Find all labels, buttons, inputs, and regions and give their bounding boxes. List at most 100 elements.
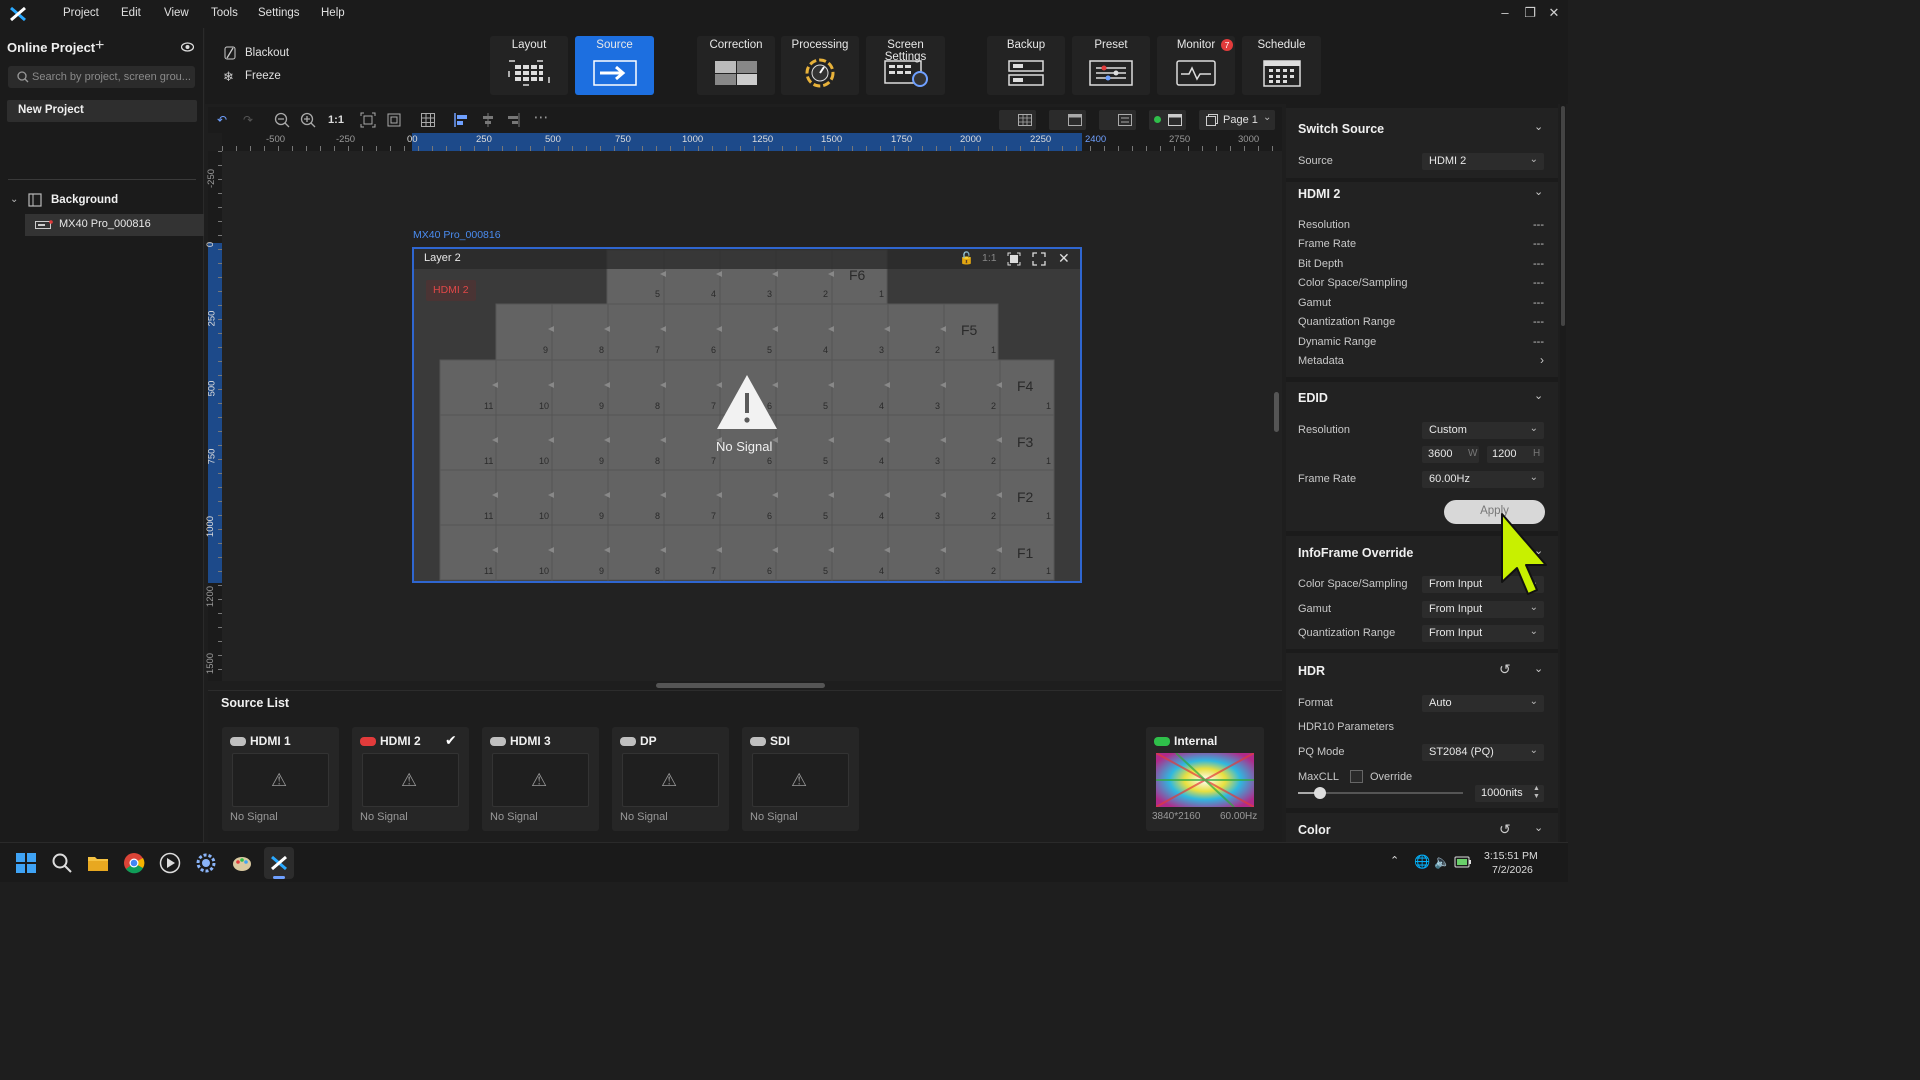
add-project-icon[interactable]: + (95, 37, 104, 55)
battery-icon[interactable] (1454, 856, 1472, 868)
paint-app-icon[interactable] (231, 852, 253, 874)
menu-settings[interactable]: Settings (258, 7, 300, 19)
align-center-icon[interactable] (480, 112, 496, 128)
edid-width-input[interactable]: 3600 W (1422, 446, 1479, 463)
zoom-1-1-button[interactable]: 1:1 (326, 112, 346, 128)
chevron-down-icon[interactable]: ⌄ (1534, 185, 1544, 198)
search-input[interactable] (32, 69, 190, 85)
hdr-format-select[interactable]: Auto ⌄ (1422, 695, 1544, 712)
layer-window[interactable]: 54321 987654321 11 10 9 8 7 6 5 4 3 2 1 11 10 9 8 7 6 5 4… (412, 247, 1082, 583)
tab-monitor[interactable]: Monitor 7 (1157, 36, 1235, 95)
infoframe-gamut-select[interactable]: From Input ⌄ (1422, 601, 1544, 618)
layer-ratio-button[interactable]: 1:1 (982, 252, 997, 264)
stepper-icon[interactable]: ▲ ▼ (1533, 785, 1540, 801)
source-select[interactable]: HDMI 2 ⌄ (1422, 153, 1544, 170)
source-card-hdmi2[interactable]: HDMI 2 ✔ ⚠ No Signal (352, 727, 469, 831)
view-mode-3-button[interactable] (1099, 110, 1136, 130)
chevron-up-icon[interactable]: ⌃ (1390, 854, 1399, 867)
metadata-link[interactable]: Metadata (1298, 355, 1344, 367)
chevron-down-icon[interactable]: ⌄ (1534, 662, 1544, 675)
menu-help[interactable]: Help (321, 7, 345, 19)
maxcll-input[interactable]: 1000nits ▲ ▼ (1475, 785, 1544, 802)
fit-icon[interactable] (360, 112, 376, 128)
maximize-layer-icon[interactable] (1032, 252, 1046, 266)
unlock-icon[interactable]: 🔓 (959, 251, 974, 265)
media-player-icon[interactable] (159, 852, 181, 874)
zoom-in-icon[interactable] (300, 112, 316, 128)
tab-schedule[interactable]: Schedule (1242, 36, 1321, 95)
view-mode-2-button[interactable] (1049, 110, 1086, 130)
blackout-button[interactable]: Blackout (245, 47, 289, 59)
close-window-icon[interactable]: ✕ (1545, 5, 1563, 21)
freeze-button[interactable]: Freeze (245, 70, 281, 82)
fit-layer-icon[interactable] (1007, 252, 1021, 266)
minimize-icon[interactable]: – (1496, 5, 1514, 20)
tab-processing[interactable]: Processing (781, 36, 859, 95)
source-card-dp[interactable]: DP ⚠ No Signal (612, 727, 729, 831)
chevron-down-icon[interactable]: ⌄ (10, 194, 18, 205)
edid-resolution-select[interactable]: Custom ⌄ (1422, 422, 1544, 439)
align-right-icon[interactable] (505, 112, 521, 128)
windows-start-icon[interactable] (15, 852, 37, 874)
source-card-hdmi1[interactable]: HDMI 1 ⚠ No Signal (222, 727, 339, 831)
clock-time[interactable]: 3:15:51 PM (1484, 850, 1538, 862)
pq-mode-select[interactable]: ST2084 (PQ) ⌄ (1422, 744, 1544, 761)
settings-gear-icon[interactable] (195, 852, 217, 874)
menu-project[interactable]: Project (63, 7, 99, 19)
maxcll-slider[interactable] (1298, 787, 1463, 799)
chevron-down-icon[interactable]: ⌄ (1534, 120, 1544, 133)
chevron-down-icon[interactable]: ⌄ (1534, 821, 1544, 834)
properties-scroll-thumb[interactable] (1561, 106, 1565, 326)
network-icon[interactable]: 🌐 (1414, 854, 1430, 870)
tab-layout[interactable]: Layout (490, 36, 568, 95)
maxcll-slider-thumb[interactable] (1314, 787, 1326, 799)
edid-height-input[interactable]: 1200 H (1487, 446, 1544, 463)
view-mode-1-button[interactable] (999, 110, 1036, 130)
chevron-down-icon[interactable]: ⌄ (1534, 389, 1544, 402)
grid-icon[interactable] (420, 112, 436, 128)
more-icon[interactable]: ⋯ (531, 110, 551, 128)
reset-icon[interactable]: ↺ (1499, 661, 1511, 678)
undo-icon[interactable]: ↶ (214, 112, 230, 128)
file-explorer-icon[interactable] (87, 852, 109, 874)
infoframe-quant-select[interactable]: From Input ⌄ (1422, 625, 1544, 642)
page-selector[interactable]: Page 1 ⌄ (1199, 110, 1275, 130)
active-app-slot[interactable] (264, 847, 294, 879)
search-icon[interactable] (51, 852, 73, 874)
project-search[interactable] (8, 66, 195, 88)
live-preview-button[interactable] (1149, 110, 1186, 130)
redo-icon[interactable]: ↷ (240, 112, 256, 128)
canvas-vertical-scrollbar[interactable] (1274, 392, 1279, 432)
tab-preset[interactable]: Preset (1072, 36, 1150, 95)
zoom-out-icon[interactable] (274, 112, 290, 128)
restore-icon[interactable]: ❐ (1521, 5, 1539, 21)
screen-canvas[interactable]: MX40 Pro_000816 54321 9 8 7 6 5 4 3 2 1 … (222, 151, 1282, 681)
tab-backup[interactable]: Backup (987, 36, 1065, 95)
clock-date[interactable]: 7/2/2026 (1492, 864, 1533, 876)
tab-screen-settings[interactable]: Screen Settings (866, 36, 945, 95)
properties-scrollbar[interactable] (1560, 104, 1566, 842)
align-left-icon[interactable] (453, 112, 469, 128)
source-card-sdi[interactable]: SDI ⚠ No Signal (742, 727, 859, 831)
fill-screen-icon[interactable] (386, 112, 402, 128)
override-checkbox[interactable] (1350, 770, 1363, 783)
source-card-hdmi3[interactable]: HDMI 3 ⚠ No Signal (482, 727, 599, 831)
reset-icon[interactable]: ↺ (1499, 821, 1511, 838)
layer-header[interactable]: Layer 2 🔓 1:1 ✕ (414, 249, 1080, 269)
menu-tools[interactable]: Tools (211, 7, 238, 19)
tab-correction[interactable]: Correction (697, 36, 775, 95)
menu-view[interactable]: View (164, 7, 189, 19)
new-project-item[interactable]: New Project (7, 100, 197, 122)
edid-frame-rate-select[interactable]: 60.00Hz ⌄ (1422, 471, 1544, 488)
chevron-right-icon[interactable]: › (1540, 353, 1544, 367)
tab-source[interactable]: Source (575, 36, 654, 95)
close-layer-icon[interactable]: ✕ (1058, 250, 1070, 267)
menu-edit[interactable]: Edit (121, 7, 141, 19)
volume-icon[interactable]: 🔈 (1434, 854, 1450, 870)
chrome-icon[interactable] (123, 852, 145, 874)
tree-group-background[interactable]: Background (51, 194, 118, 206)
visibility-eye-icon[interactable] (181, 42, 194, 52)
canvas-horizontal-scrollbar[interactable] (656, 683, 825, 688)
tree-device-item[interactable]: MX40 Pro_000816 (25, 214, 204, 236)
source-card-internal[interactable]: Internal 3840*2160 60.00Hz (1146, 727, 1264, 831)
